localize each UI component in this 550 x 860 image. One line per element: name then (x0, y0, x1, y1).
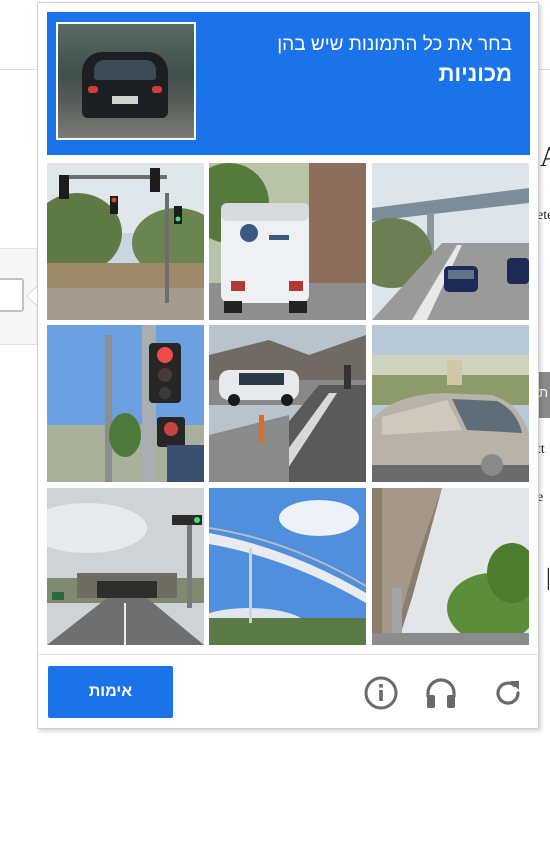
image-grid (47, 163, 530, 646)
footer-divider (38, 654, 538, 655)
challenge-header: בחר את כל התמונות שיש בהן מכוניות (47, 12, 530, 155)
grid-tile-highway-overpass[interactable] (372, 163, 529, 320)
bg-text-fragment: | (546, 565, 550, 591)
grid-tile-silver-car[interactable] (372, 325, 529, 482)
grid-tile-traffic-lights[interactable] (47, 163, 204, 320)
grid-tile-overpass-trees[interactable] (372, 488, 529, 645)
car-sample-illustration (82, 52, 168, 118)
captcha-challenge-dialog: בחר את כל התמונות שיש בהן מכוניות אימות (37, 2, 539, 729)
challenge-instruction: בחר את כל התמונות שיש בהן (277, 34, 512, 55)
grid-tile-parked-car[interactable] (209, 325, 366, 482)
reload-icon[interactable] (490, 675, 526, 711)
sample-image (56, 22, 196, 140)
recaptcha-checkbox[interactable] (0, 278, 24, 312)
grid-tile-road-tunnel[interactable] (47, 488, 204, 645)
info-icon[interactable] (363, 675, 399, 711)
verify-button[interactable]: אימות (48, 666, 173, 718)
grid-tile-pedestrian-bridge[interactable] (209, 488, 366, 645)
headphones-icon[interactable] (423, 675, 459, 711)
bg-text-fragment: A (540, 142, 550, 174)
challenge-target: מכוניות (438, 61, 512, 86)
grid-tile-signal-pole[interactable] (47, 325, 204, 482)
grid-tile-bus[interactable] (209, 163, 366, 320)
